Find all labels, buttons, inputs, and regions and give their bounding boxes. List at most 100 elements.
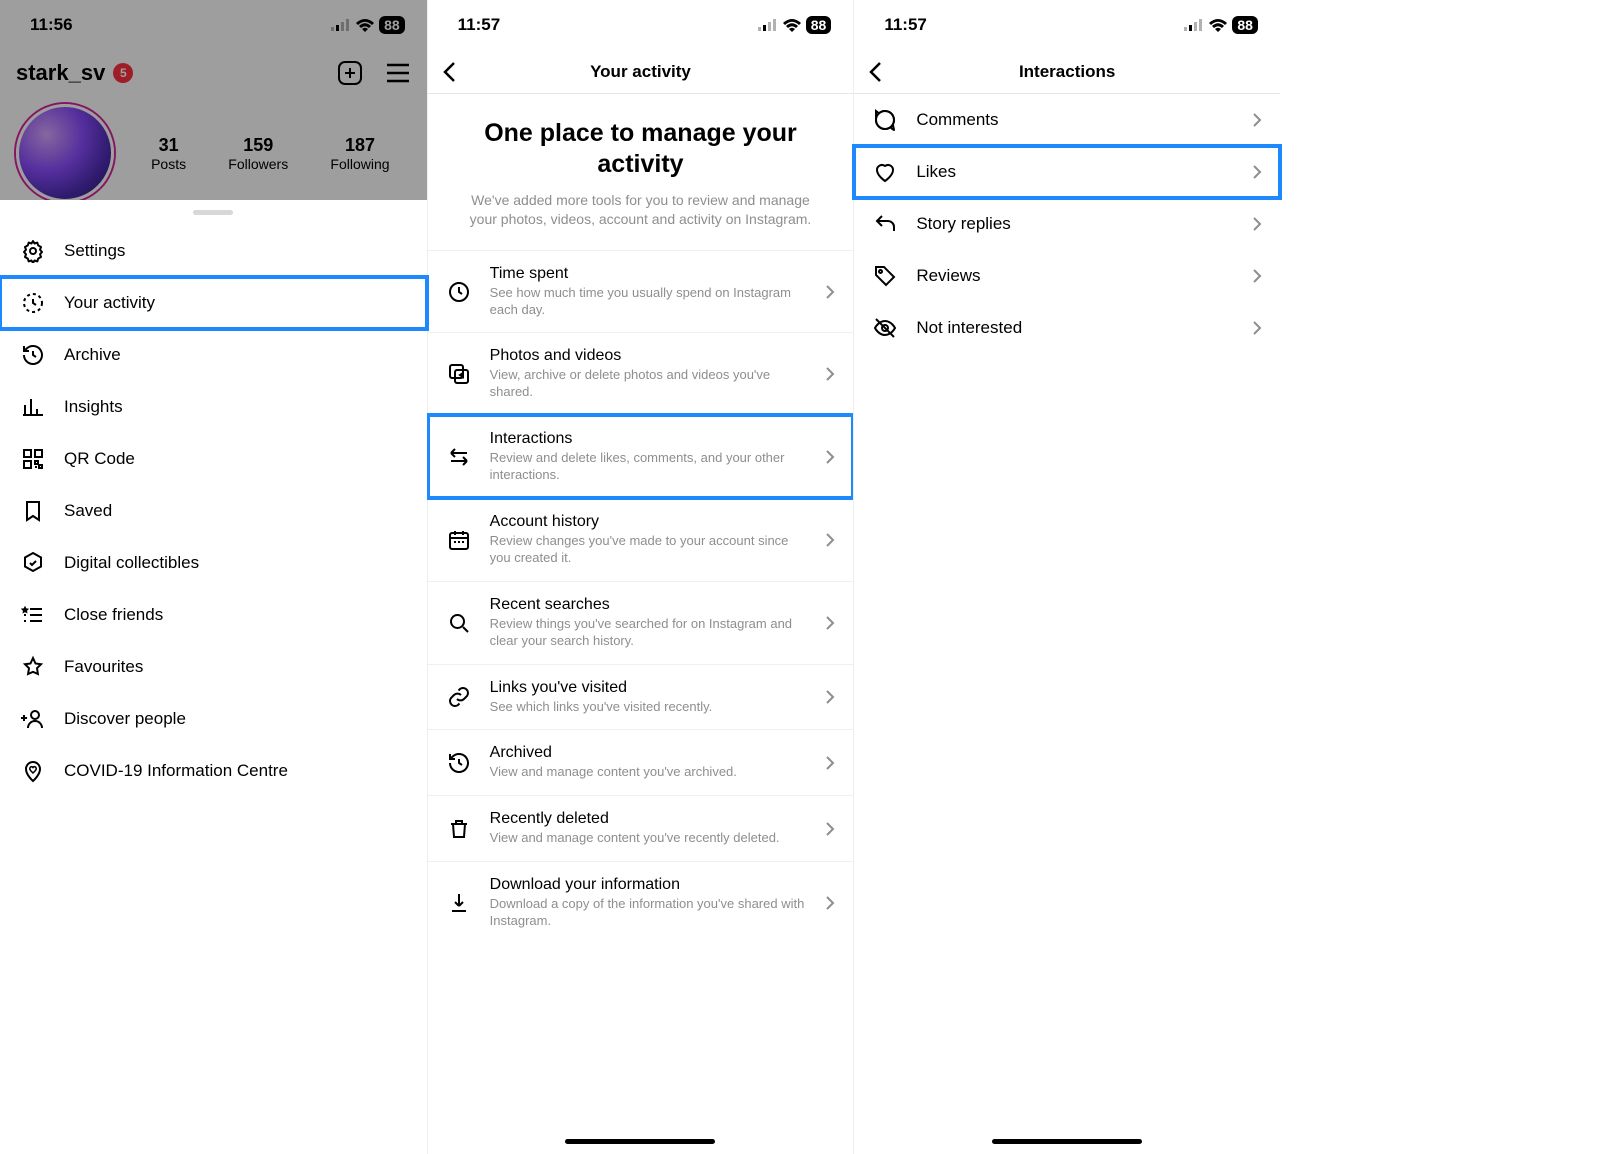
status-bar: 11:57 88 xyxy=(428,0,854,50)
interaction-comments[interactable]: Comments xyxy=(854,94,1280,146)
menu-digital-collectibles[interactable]: Digital collectibles xyxy=(0,537,427,589)
menu-label: Discover people xyxy=(64,709,186,729)
nav-title: Interactions xyxy=(1019,62,1115,82)
menu-label: Insights xyxy=(64,397,123,417)
reply-arrow-icon xyxy=(872,212,898,236)
posts-stat[interactable]: 31 Posts xyxy=(151,135,186,172)
battery-level-icon: 88 xyxy=(379,16,405,34)
chevron-right-icon xyxy=(825,366,835,382)
activity-download-info[interactable]: Download your informationDownload a copy… xyxy=(428,861,854,944)
back-button[interactable] xyxy=(868,61,882,83)
menu-label: QR Code xyxy=(64,449,135,469)
following-stat[interactable]: 187 Following xyxy=(330,135,389,172)
wifi-icon xyxy=(1209,19,1227,32)
menu-label: Your activity xyxy=(64,293,155,313)
wifi-icon xyxy=(783,19,801,32)
menu-insights[interactable]: Insights xyxy=(0,381,427,433)
menu-label: Archive xyxy=(64,345,121,365)
link-icon xyxy=(446,685,472,709)
chevron-right-icon xyxy=(1252,216,1262,232)
menu-label: Close friends xyxy=(64,605,163,625)
battery-level-icon: 88 xyxy=(806,16,832,34)
hero-subtitle: We've added more tools for you to review… xyxy=(428,191,854,250)
menu-covid-info[interactable]: COVID-19 Information Centre xyxy=(0,745,427,797)
cellular-signal-icon xyxy=(331,19,351,31)
activity-recently-deleted[interactable]: Recently deletedView and manage content … xyxy=(428,795,854,861)
home-indicator xyxy=(565,1139,715,1144)
search-icon xyxy=(446,611,472,635)
chevron-right-icon xyxy=(825,755,835,771)
activity-links-visited[interactable]: Links you've visitedSee which links you'… xyxy=(428,664,854,730)
menu-discover-people[interactable]: Discover people xyxy=(0,693,427,745)
calendar-icon xyxy=(446,528,472,552)
nav-header: Interactions xyxy=(854,50,1280,94)
archive-clock-icon xyxy=(446,751,472,775)
hexagon-check-icon xyxy=(20,551,46,575)
menu-qr-code[interactable]: QR Code xyxy=(0,433,427,485)
followers-stat[interactable]: 159 Followers xyxy=(228,135,288,172)
arrows-swap-icon xyxy=(446,445,472,469)
menu-label: Settings xyxy=(64,241,125,261)
menu-close-friends[interactable]: Close friends xyxy=(0,589,427,641)
interaction-reviews[interactable]: Reviews xyxy=(854,250,1280,302)
activity-archived[interactable]: ArchivedView and manage content you've a… xyxy=(428,729,854,795)
home-indicator xyxy=(992,1139,1142,1144)
back-button[interactable] xyxy=(442,61,456,83)
download-icon xyxy=(446,891,472,915)
status-bar: 11:57 88 xyxy=(854,0,1280,50)
menu-saved[interactable]: Saved xyxy=(0,485,427,537)
bookmark-icon xyxy=(20,499,46,523)
bar-chart-icon xyxy=(20,395,46,419)
trash-icon xyxy=(446,817,472,841)
sheet-handle-icon[interactable] xyxy=(193,210,233,215)
create-post-icon[interactable] xyxy=(337,60,363,86)
nav-title: Your activity xyxy=(590,62,691,82)
menu-archive[interactable]: Archive xyxy=(0,329,427,381)
clock-icon xyxy=(446,280,472,304)
chevron-right-icon xyxy=(1252,164,1262,180)
chevron-right-icon xyxy=(825,532,835,548)
chevron-right-icon xyxy=(825,284,835,300)
chevron-right-icon xyxy=(825,821,835,837)
list-star-icon xyxy=(20,603,46,627)
tag-icon xyxy=(872,264,898,288)
interaction-likes[interactable]: Likes xyxy=(854,146,1280,198)
battery-level-icon: 88 xyxy=(1232,16,1258,34)
photos-videos-icon xyxy=(446,362,472,386)
status-time: 11:56 xyxy=(30,15,73,35)
menu-label: Saved xyxy=(64,501,112,521)
menu-favourites[interactable]: Favourites xyxy=(0,641,427,693)
menu-label: Digital collectibles xyxy=(64,553,199,573)
chevron-right-icon xyxy=(1252,112,1262,128)
menu-settings[interactable]: Settings xyxy=(0,225,427,277)
activity-recent-searches[interactable]: Recent searchesReview things you've sear… xyxy=(428,581,854,664)
activity-photos-videos[interactable]: Photos and videosView, archive or delete… xyxy=(428,332,854,415)
nav-header: Your activity xyxy=(428,50,854,94)
profile-username[interactable]: stark_sv xyxy=(16,60,105,86)
menu-label: Favourites xyxy=(64,657,143,677)
heart-location-icon xyxy=(20,759,46,783)
status-time: 11:57 xyxy=(884,15,927,35)
menu-your-activity[interactable]: Your activity xyxy=(0,277,427,329)
activity-interactions[interactable]: InteractionsReview and delete likes, com… xyxy=(428,415,854,498)
status-time: 11:57 xyxy=(458,15,501,35)
activity-clock-icon xyxy=(20,291,46,315)
activity-time-spent[interactable]: Time spentSee how much time you usually … xyxy=(428,250,854,333)
chevron-right-icon xyxy=(1252,268,1262,284)
bottom-sheet: Settings Your activity Archive Insights … xyxy=(0,200,427,1154)
activity-account-history[interactable]: Account historyReview changes you've mad… xyxy=(428,498,854,581)
interaction-story-replies[interactable]: Story replies xyxy=(854,198,1280,250)
person-plus-icon xyxy=(20,707,46,731)
profile-avatar[interactable] xyxy=(16,104,114,202)
hamburger-menu-icon[interactable] xyxy=(385,63,411,83)
chevron-right-icon xyxy=(825,449,835,465)
qr-code-icon xyxy=(20,447,46,471)
eye-slash-icon xyxy=(872,316,898,340)
chevron-right-icon xyxy=(825,895,835,911)
gear-icon xyxy=(20,239,46,263)
wifi-icon xyxy=(356,19,374,32)
comment-icon xyxy=(872,108,898,132)
cellular-signal-icon xyxy=(1184,19,1204,31)
archive-clock-icon xyxy=(20,343,46,367)
interaction-not-interested[interactable]: Not interested xyxy=(854,302,1280,354)
